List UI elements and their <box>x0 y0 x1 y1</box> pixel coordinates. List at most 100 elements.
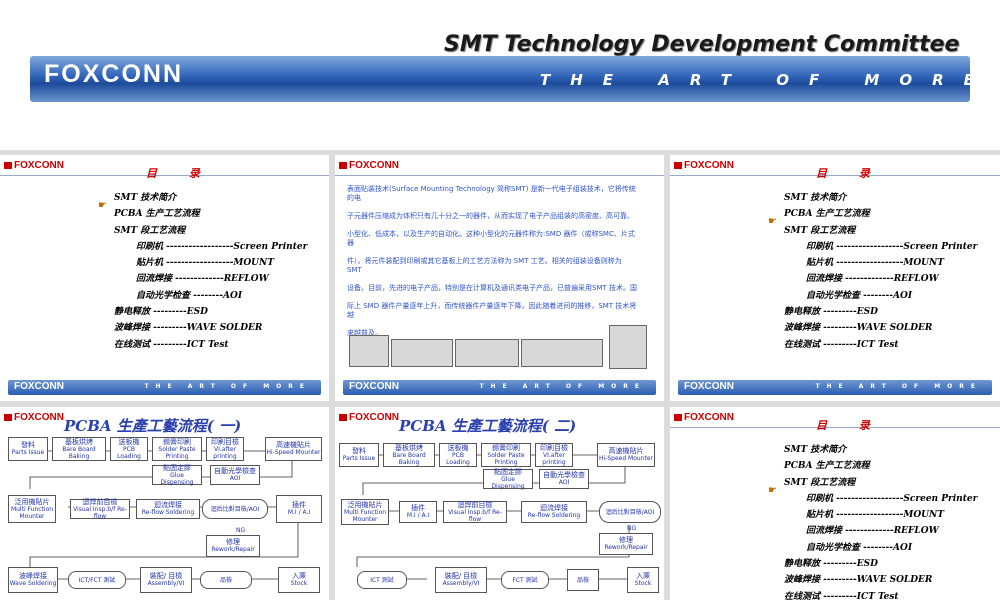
slide-intro[interactable]: FOXCONN 表面贴装技术(Surface Mounting Technolo… <box>335 155 664 401</box>
flow-box-line: 發料 <box>352 447 366 455</box>
toc-item: PCBA 生产工艺流程 <box>784 209 870 220</box>
toc-item: 自动光学检查 --------AOI <box>806 542 913 553</box>
flow-box: 插件 M.I / A.I <box>399 501 437 523</box>
footer-logo: FOXCONN <box>14 381 64 392</box>
flow-box: 裝配/ 目檢 Assembly/VI <box>140 567 192 593</box>
flow-box-line: 迴流焊接 <box>154 501 182 509</box>
toc-item: 在线测试 ---------ICT Test <box>784 339 899 350</box>
flow-box-line: 印刷目檢 <box>211 437 239 446</box>
flow-box-line: 錫膏印刷 <box>163 437 191 446</box>
flow-box: 自動光學檢查 AOI <box>539 469 589 489</box>
slide-flow-2[interactable]: FOXCONN PCBA 生產工藝流程( 二) 發料 Parts Issue 基板… <box>335 407 664 600</box>
flow-box: 基板烘烤 Bare Board Baking <box>383 443 435 467</box>
flow-box-line: 修理 <box>619 536 633 544</box>
slide-toc-2[interactable]: FOXCONN 目 录 ☛ SMT 技术简介 PCBA 生产工艺流程 SMT 段… <box>670 155 1000 401</box>
flow-box-line: 入庫 <box>636 572 650 580</box>
toc-item: 印刷机 ------------------Screen Printer <box>806 493 978 504</box>
smt-line-machine-image <box>609 325 647 369</box>
flow-box-line: 修理 <box>226 538 240 546</box>
intro-paragraph: 小型化、低成本，以及生产的自动化。这种小型化的元器件称为:SMD 器件（或称SM… <box>347 230 635 247</box>
slide-footer: FOXCONN THE ART OF MORE <box>343 380 656 395</box>
toc-item: SMT 技术简介 <box>784 193 847 203</box>
flow-box-line: 基板烘烤 <box>65 437 93 446</box>
flow-box: 高速機貼片 Hi-Speed Mounter <box>265 437 322 461</box>
footer-logo: FOXCONN <box>349 381 399 392</box>
toc-item: 自动光学检查 --------AOI <box>806 290 913 301</box>
toc-item: 贴片机 ------------------MOUNT <box>136 258 274 269</box>
flow-box: 插件 M.I / A.I <box>276 495 322 523</box>
flow-box-line: Hi-Speed Mounter <box>598 455 654 462</box>
flow-box: 印刷目檢 VI.after printing <box>206 437 244 461</box>
pointer-hand-icon: ☛ <box>768 485 777 496</box>
intro-paragraph: 际上 SMD 器件产量逐年上升，而传统器件产量逐年下降，因此随着进间的推移，SM… <box>347 302 637 319</box>
flow-box-line: Stock <box>634 580 652 587</box>
intro-paragraph: 表面贴装技术(Surface Mounting Technology 简称SMT… <box>347 185 636 202</box>
toc-item: PCBA 生产工艺流程 <box>784 461 870 472</box>
slide-footer: FOXCONN THE ART OF MORE <box>678 380 992 395</box>
header-title: SMT Technology Development Committee <box>444 32 960 57</box>
toc-item: 回流焊接 -------------REFLOW <box>806 526 939 537</box>
toc-item: 贴片机 ------------------MOUNT <box>806 258 944 269</box>
toc-item: SMT 技术简介 <box>784 445 847 455</box>
toc-item: 贴片机 ------------------MOUNT <box>806 510 944 521</box>
flow-box-line: Solder Paste Printing <box>158 445 196 460</box>
flow-box: 基板烘烤 Bare Board Baking <box>52 437 106 461</box>
flow-decision: ICT 測試 <box>357 571 407 589</box>
toc-item: SMT 技术简介 <box>114 193 177 203</box>
toc-item: 静电释放 ---------ESD <box>784 307 878 318</box>
intro-text: 表面贴装技术(Surface Mounting Technology 简称SMT… <box>347 185 637 347</box>
flow-box: 自動光學檢查 AOI <box>210 465 260 485</box>
slide-toc-1[interactable]: FOXCONN 目 录 ☛ SMT 技术简介 PCBA 生产工艺流程 SMT 段… <box>0 155 329 401</box>
footer-tagline: THE ART OF MORE <box>144 383 311 390</box>
toc-list: SMT 技术简介 PCBA 生产工艺流程 SMT 段工艺流程 印刷机 -----… <box>784 442 977 600</box>
toc-list: SMT 技术简介 PCBA 生产工艺流程 SMT 段工艺流程 印刷机 -----… <box>784 190 977 353</box>
slide-footer: FOXCONN THE ART OF MORE <box>8 380 321 395</box>
flow-box-line: M.I / A.I <box>287 509 311 516</box>
toc-item: 静电释放 ---------ESD <box>784 559 878 570</box>
flow-box-line: 泛用機貼片 <box>347 500 383 509</box>
flow-box: 品檢 <box>567 569 599 591</box>
flow-box-line: VI.after printing <box>542 451 566 466</box>
flow-box-line: 基板烘烤 <box>395 443 423 452</box>
flow-box-line: 送板機 <box>118 437 140 446</box>
flow-box-line: 錫膏印刷 <box>492 443 520 452</box>
flow-box: 點固定膠 Glue Dispensing <box>152 464 202 486</box>
flow-box-line: AOI <box>229 475 241 482</box>
flow-box-line: 迴流焊接 <box>540 504 568 512</box>
flow-box-line: 迴焊前目檢 <box>457 500 493 509</box>
smt-line-machine-image <box>521 339 603 367</box>
flow-box: 入庫 Stock <box>627 567 659 593</box>
slide-logo: FOXCONN <box>4 160 64 171</box>
slide-toc-3[interactable]: FOXCONN 目 录 ☛ SMT 技术简介 PCBA 生产工艺流程 SMT 段… <box>670 407 1000 600</box>
flow-box-line: 點固定膠 <box>494 467 522 476</box>
flow-box-line: 插件 <box>292 501 306 509</box>
flow-box: 入庫 Stock <box>278 567 320 593</box>
header-logo: FOXCONN <box>44 60 183 88</box>
intro-paragraph: 子元器件压缩成为体积只有几十分之一的器件，从而实现了电子产品组装的高密度、高可靠… <box>347 212 634 220</box>
flow-box-line: M.I / A.I <box>406 512 430 519</box>
flow-box: 泛用機貼片 Multi Function Mounter <box>8 495 56 523</box>
flow-box-line: Visual Insp.b/f Re-flow <box>448 508 502 523</box>
toc-item: 印刷机 ------------------Screen Printer <box>806 241 978 252</box>
pointer-hand-icon: ☛ <box>98 200 107 211</box>
flow-box-line: 裝配/ 目檢 <box>149 572 183 580</box>
flow-box-line: 迴焊前目檢 <box>82 497 118 506</box>
toc-item: 波峰焊接 ---------WAVE SOLDER <box>784 575 933 586</box>
toc-item: SMT 段工艺流程 <box>784 477 856 488</box>
flow-box-line: 波峰焊接 <box>19 572 47 580</box>
flow-box: 泛用機貼片 Multi Function Mounter <box>341 499 389 525</box>
intro-paragraph: 件）。将元件装配到印刷或其它基板上的工艺方法称为 SMT 工艺。相关的组装设备则… <box>347 257 622 274</box>
toc-item: PCBA 生产工艺流程 <box>114 209 200 220</box>
flow-box-line: Rework/Repair <box>604 544 648 551</box>
flow-box-line: 高速機貼片 <box>276 441 311 449</box>
intro-paragraph: 来越普及。 <box>347 329 382 337</box>
flow-box-line: Glue Dispensing <box>160 471 194 486</box>
flow-box-line: Multi Function Mounter <box>343 508 387 523</box>
flow-box: 修理 Rework/Repair <box>599 533 653 555</box>
toc-item: 在线测试 ---------ICT Test <box>784 591 899 600</box>
smt-line-machine-image <box>349 335 389 367</box>
flow-box-line: PCB Loading <box>446 451 470 466</box>
flow-box-line: Re-flow Soldering <box>141 509 195 516</box>
slide-flow-1[interactable]: FOXCONN PCBA 生產工藝流程( 一) 發料 Parts Issue 基板… <box>0 407 329 600</box>
header-banner: SMT Technology Development Committee FOX… <box>0 0 1000 150</box>
